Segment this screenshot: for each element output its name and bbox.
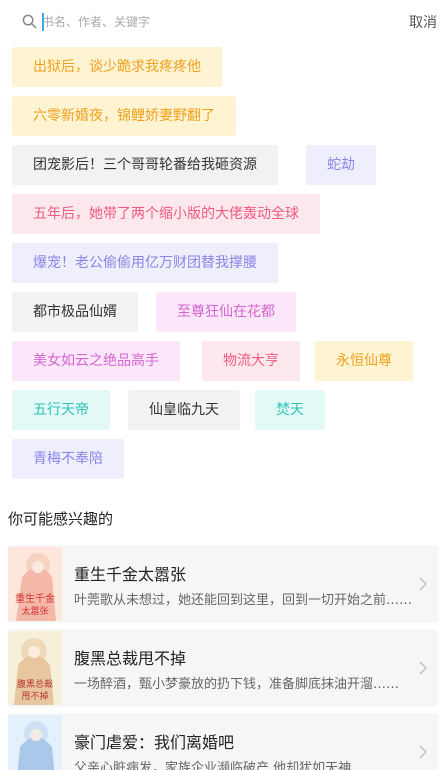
search-tag[interactable]: 青梅不奉陪 — [12, 439, 124, 479]
book-title: 腹黑总裁甩不掉 — [74, 649, 187, 668]
book-title: 豪门虐爱：我们离婚吧 — [74, 733, 235, 752]
search-tag[interactable]: 美女如云之绝品高手 — [12, 341, 180, 381]
book-item[interactable]: 重生千金 太嚣张 重生千金太嚣张 叶莞歌从未想过，她还能回到这里，回到一切开始之… — [8, 545, 438, 623]
book-description: 父亲心脏病发，家族企业濒临破产,他却犹如天神…… — [74, 761, 378, 770]
chevron-right-icon — [419, 577, 428, 591]
search-tag[interactable]: 五行天帝 — [12, 390, 110, 430]
chevron-right-icon — [419, 661, 428, 675]
search-tag[interactable]: 出狱后，谈少跪求我疼疼他 — [12, 47, 222, 87]
chevron-right-icon — [419, 745, 428, 759]
book-cover: 重生千金 太嚣张 — [8, 547, 62, 621]
tag-row: 团宠影后！三个哥哥轮番给我砸资源 蛇劫 — [12, 145, 437, 185]
cancel-button[interactable]: 取消 — [409, 12, 437, 32]
tag-row: 五年后，她带了两个缩小版的大佬轰动全球 — [12, 194, 437, 234]
search-tag[interactable]: 爆宠！老公偷偷用亿万财团替我撑腰 — [12, 243, 278, 283]
search-tag[interactable]: 仙皇临九天 — [128, 390, 240, 430]
book-item[interactable]: 腹黑总裁 甩不掉 腹黑总裁甩不掉 一场醉酒，甄小梦豪放的扔下钱，准备脚底抹油开溜… — [8, 629, 438, 707]
tag-row: 五行天帝 仙皇临九天 焚天 — [12, 390, 437, 430]
book-description: 叶莞歌从未想过，她还能回到这里，回到一切开始之前…… — [74, 593, 413, 608]
book-cover: 我们离婚 — [8, 715, 62, 770]
search-tag[interactable]: 六零新婚夜，锦鲤娇妻野翻了 — [12, 96, 236, 136]
search-tag[interactable]: 都市极品仙婿 — [12, 292, 138, 332]
search-tag[interactable]: 永恒仙尊 — [315, 341, 413, 381]
search-bar: 取消 — [0, 0, 445, 44]
book-item[interactable]: 我们离婚 豪门虐爱：我们离婚吧 父亲心脏病发，家族企业濒临破产,他却犹如天神…… — [8, 713, 438, 770]
svg-text:腹黑总裁: 腹黑总裁 — [17, 678, 53, 690]
search-tag[interactable]: 至尊狂仙在花都 — [156, 292, 296, 332]
hot-search-tags: 出狱后，谈少跪求我疼疼他 六零新婚夜，锦鲤娇妻野翻了 团宠影后！三个哥哥轮番给我… — [12, 47, 437, 488]
search-tag[interactable]: 五年后，她带了两个缩小版的大佬轰动全球 — [12, 194, 320, 234]
svg-text:太嚣张: 太嚣张 — [21, 605, 48, 617]
recommend-section-title: 你可能感兴趣的 — [8, 510, 114, 528]
text-cursor — [42, 13, 44, 31]
tag-row: 美女如云之绝品高手 物流大亨 永恒仙尊 — [12, 341, 437, 381]
tag-row: 六零新婚夜，锦鲤娇妻野翻了 — [12, 96, 437, 136]
tag-row: 出狱后，谈少跪求我疼疼他 — [12, 47, 437, 87]
search-icon — [22, 14, 37, 29]
book-description: 一场醉酒，甄小梦豪放的扔下钱，准备脚底抹油开溜…… — [74, 677, 400, 692]
search-tag[interactable]: 团宠影后！三个哥哥轮番给我砸资源 — [12, 145, 278, 185]
book-cover: 腹黑总裁 甩不掉 — [8, 631, 62, 705]
search-tag[interactable]: 蛇劫 — [306, 145, 376, 185]
svg-text:甩不掉: 甩不掉 — [21, 690, 48, 702]
recommend-book-list: 重生千金 太嚣张 重生千金太嚣张 叶莞歌从未想过，她还能回到这里，回到一切开始之… — [8, 545, 438, 770]
search-tag[interactable]: 焚天 — [255, 390, 325, 430]
tag-row: 爆宠！老公偷偷用亿万财团替我撑腰 — [12, 243, 437, 283]
tag-row: 青梅不奉陪 — [12, 439, 437, 479]
search-input[interactable] — [42, 10, 342, 34]
book-title: 重生千金太嚣张 — [74, 565, 187, 584]
svg-text:重生千金: 重生千金 — [15, 592, 55, 605]
search-tag[interactable]: 物流大亨 — [202, 341, 300, 381]
tag-row: 都市极品仙婿 至尊狂仙在花都 — [12, 292, 437, 332]
